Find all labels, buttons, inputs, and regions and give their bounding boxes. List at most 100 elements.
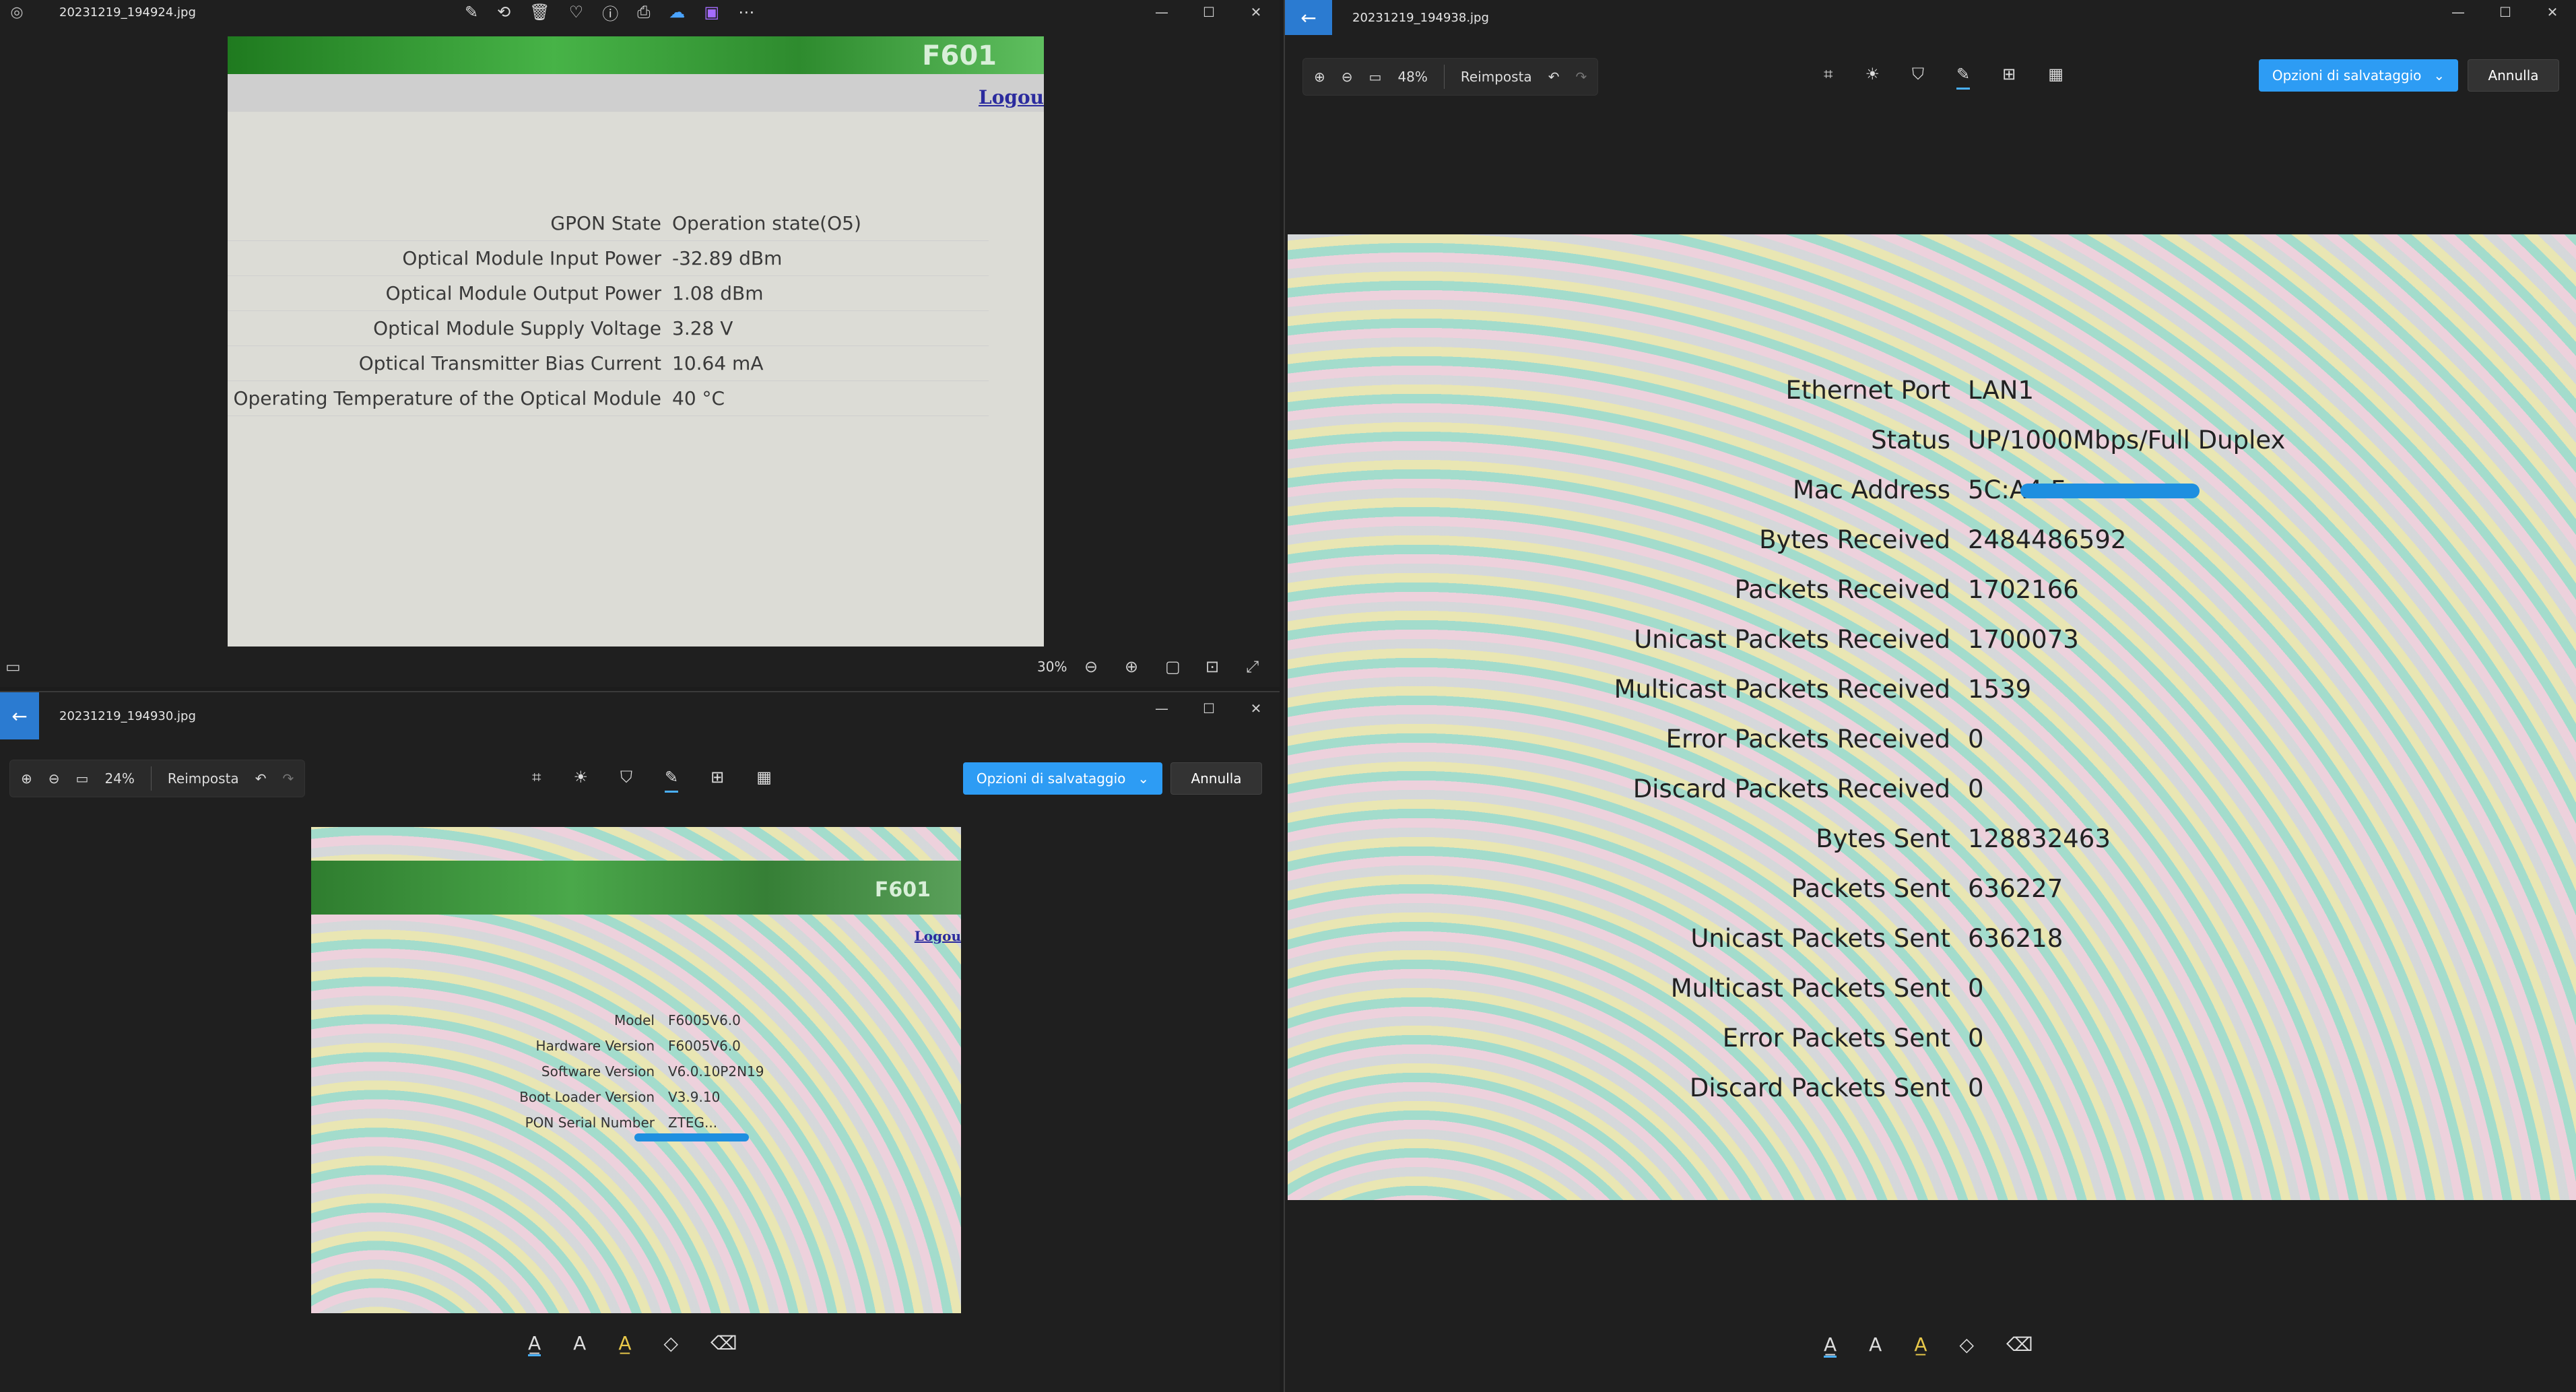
zoom-pill: ⊕ ⊖ ▭ 24% Reimposta ↶ ↷	[9, 760, 306, 797]
row-label: Bytes Received	[1759, 525, 1950, 554]
window-title: 20231219_194924.jpg	[59, 5, 196, 20]
router-header-bar: F601	[311, 861, 961, 915]
row-value: 1700073	[1968, 625, 2079, 654]
row-value: -32.89 dBm	[672, 241, 989, 276]
highlighter-icon[interactable]: A̲	[1914, 1333, 1927, 1358]
eraser-icon[interactable]: ◇	[663, 1332, 678, 1356]
row-label: Discard Packets Sent	[1689, 1073, 1950, 1102]
cloud-icon[interactable]: ☁	[669, 3, 685, 22]
divider	[1443, 65, 1445, 89]
back-button[interactable]: ←	[0, 692, 39, 739]
app-icon: ◎	[10, 3, 24, 21]
print-icon[interactable]: ⎙	[637, 3, 650, 22]
row-label: Bytes Sent	[1816, 824, 1950, 853]
pencil-icon[interactable]: A	[1869, 1333, 1882, 1358]
cancel-button[interactable]: Annulla	[1170, 762, 1262, 795]
reset-button[interactable]: Reimposta	[1461, 69, 1532, 85]
row-label: Unicast Packets Sent	[1690, 924, 1950, 953]
minimize-button[interactable]: —	[1138, 0, 1185, 24]
zoom-out-icon[interactable]: ⊖	[48, 770, 60, 787]
zoom-in-icon[interactable]: ⊕	[1125, 657, 1138, 676]
reset-button[interactable]: Reimposta	[168, 770, 239, 787]
row-label: Software Version	[541, 1063, 655, 1080]
erase-icon[interactable]: ▦	[2048, 65, 2063, 90]
cancel-button[interactable]: Annulla	[2468, 59, 2559, 92]
row-label: GPON State	[228, 206, 672, 241]
fit-icon[interactable]: ▢	[1165, 657, 1181, 676]
undo-icon[interactable]: ↶	[1548, 69, 1560, 85]
row-label: Mac Address	[1792, 475, 1950, 504]
logout-link[interactable]: Logou	[979, 86, 1044, 108]
close-button[interactable]: ✕	[1232, 696, 1280, 721]
filter-icon[interactable]: ⛉	[1912, 65, 1924, 90]
crop-icon[interactable]: ⌗	[532, 768, 541, 793]
row-value: LAN1	[1968, 376, 2034, 405]
zoom-in-icon[interactable]: ⊕	[1314, 69, 1325, 85]
pen-icon[interactable]: A̲	[1824, 1333, 1837, 1358]
info-icon[interactable]: ⓘ	[602, 1, 618, 24]
markup-icon[interactable]: ✎	[1956, 65, 1971, 90]
minimize-button[interactable]: —	[2435, 0, 2482, 24]
filmstrip-icon[interactable]: ▭	[5, 657, 21, 676]
row-value: ZTEG...	[668, 1115, 718, 1131]
redaction-mark	[2020, 484, 2200, 498]
markup-icon[interactable]: ✎	[665, 768, 679, 793]
pencil-icon[interactable]: A	[573, 1332, 586, 1356]
brightness-icon[interactable]: ☀	[574, 768, 589, 793]
edit-tools: ⌗ ☀ ⛉ ✎ ⊞ ▦	[532, 768, 772, 793]
row-label: Operating Temperature of the Optical Mod…	[228, 381, 672, 416]
fit-icon[interactable]: ▭	[76, 770, 89, 787]
crop-icon[interactable]: ⌗	[1824, 65, 1833, 90]
actual-size-icon[interactable]: ⊡	[1206, 657, 1219, 676]
brightness-icon[interactable]: ☀	[1865, 65, 1880, 90]
delete-icon[interactable]: 🗑	[529, 3, 550, 22]
back-button[interactable]: ←	[1285, 0, 1332, 35]
row-value: 0	[1968, 725, 1984, 754]
optical-info-table: GPON State Operation state(O5) Optical Mod…	[228, 206, 989, 416]
eraser-icon[interactable]: ◇	[1959, 1333, 1974, 1358]
row-value: 128832463	[1968, 824, 2111, 853]
viewer-toolbar: ✎ ⟲ 🗑 ♡ ⓘ ⎙ ☁ ▣ ⋯	[465, 0, 754, 24]
zoom-out-icon[interactable]: ⊖	[1342, 69, 1353, 85]
edit-icon[interactable]: ✎	[465, 3, 478, 22]
background-blur-icon[interactable]: ⊞	[2002, 65, 2016, 90]
clear-icon[interactable]: ⌫	[2006, 1333, 2033, 1358]
undo-icon[interactable]: ↶	[255, 770, 267, 787]
background-blur-icon[interactable]: ⊞	[711, 768, 724, 793]
window-title: 20231219_194930.jpg	[59, 708, 196, 723]
logout-link[interactable]: Logou	[915, 928, 961, 944]
minimize-button[interactable]: —	[1138, 696, 1185, 721]
save-options-button[interactable]: Opzioni di salvataggio ⌄	[963, 762, 1162, 795]
save-options-button[interactable]: Opzioni di salvataggio ⌄	[2259, 59, 2458, 92]
row-label: Packets Sent	[1791, 874, 1950, 903]
clear-icon[interactable]: ⌫	[711, 1332, 737, 1356]
row-value: F6005V6.0	[668, 1038, 741, 1054]
filter-icon[interactable]: ⛉	[620, 768, 632, 793]
row-label: Optical Transmitter Bias Current	[228, 346, 672, 381]
favorite-icon[interactable]: ♡	[569, 3, 584, 22]
pen-icon[interactable]: A̲	[528, 1332, 541, 1356]
close-button[interactable]: ✕	[1232, 0, 1280, 24]
save-options-label: Opzioni di salvataggio	[976, 770, 1126, 787]
router-model: F601	[874, 878, 931, 902]
highlighter-icon[interactable]: A̲	[618, 1332, 631, 1356]
title-bar: ← 20231219_194930.jpg	[0, 692, 1280, 739]
maximize-button[interactable]: ☐	[1185, 696, 1232, 721]
photo-ethernet-status: Ethernet Port LAN1 Status UP/1000Mbps/Full …	[1288, 234, 2576, 1200]
fit-icon[interactable]: ▭	[1369, 69, 1382, 85]
zoom-in-icon[interactable]: ⊕	[21, 770, 32, 787]
maximize-button[interactable]: ☐	[1185, 0, 1232, 24]
fullscreen-icon[interactable]: ⤢	[1246, 657, 1259, 676]
close-button[interactable]: ✕	[2529, 0, 2576, 24]
redo-icon[interactable]: ↷	[282, 770, 294, 787]
maximize-button[interactable]: ☐	[2482, 0, 2529, 24]
row-value: 1702166	[1968, 575, 2079, 604]
rotate-icon[interactable]: ⟲	[497, 3, 510, 22]
erase-icon[interactable]: ▦	[756, 768, 772, 793]
row-value: 1.08 dBm	[672, 276, 989, 311]
divider	[150, 766, 152, 791]
redo-icon[interactable]: ↷	[1575, 69, 1587, 85]
zoom-out-icon[interactable]: ⊖	[1084, 657, 1098, 676]
more-icon[interactable]: ⋯	[738, 3, 754, 22]
clipchamp-icon[interactable]: ▣	[704, 3, 719, 22]
